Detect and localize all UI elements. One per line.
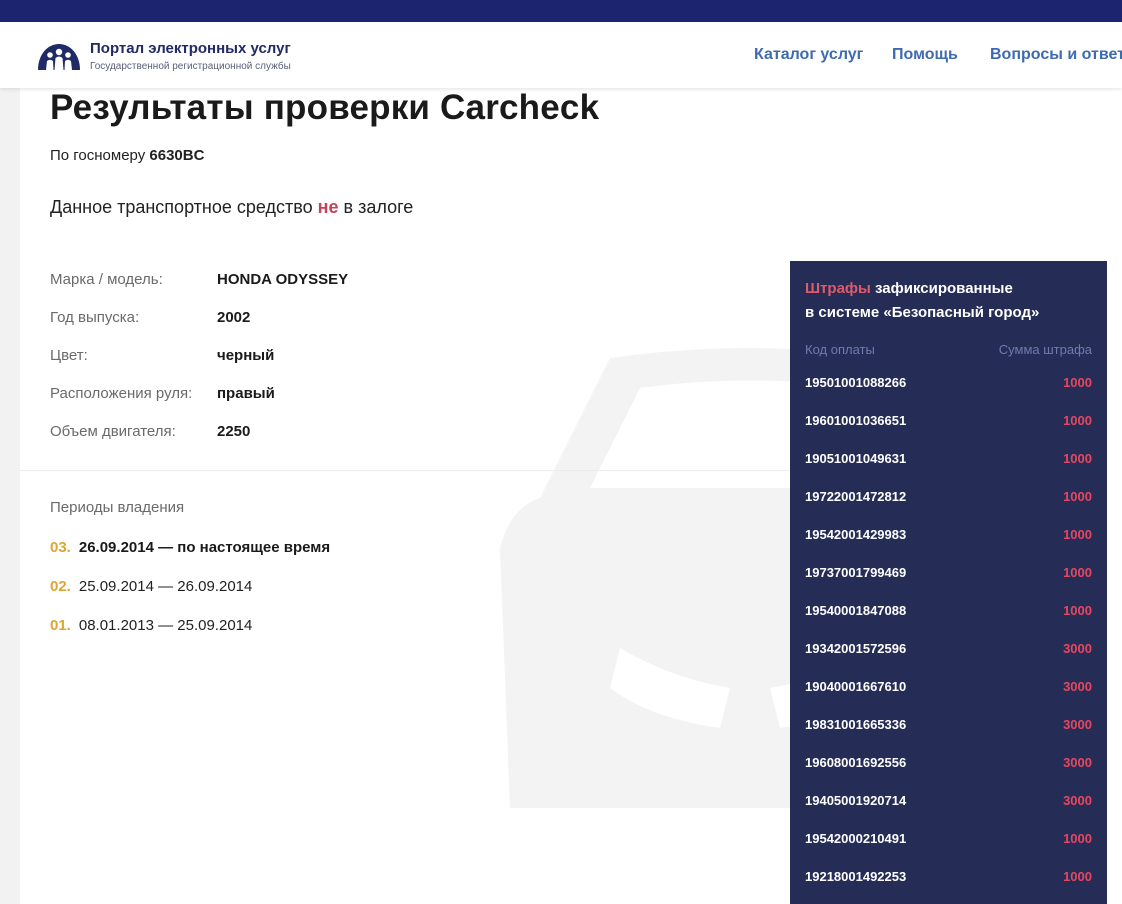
spec-label-engine: Объем двигателя: xyxy=(50,423,176,440)
ownership-period-item: 01. 08.01.2013 — 25.09.2014 xyxy=(50,617,252,634)
fine-row: 19831001665336 3000 xyxy=(805,717,1092,737)
period-number: 03. xyxy=(50,539,71,556)
fine-code: 19831001665336 xyxy=(805,717,907,732)
fine-row: 19501001088266 1000 xyxy=(805,375,1092,395)
fine-row: 19542000210491 1000 xyxy=(805,831,1092,851)
people-group-logo-icon[interactable] xyxy=(36,40,82,74)
section-divider xyxy=(20,470,790,471)
fine-amount: 1000 xyxy=(1063,375,1092,390)
pledge-text-before: Данное транспортное средство xyxy=(50,197,318,217)
fine-row: 19218001492253 1000 xyxy=(805,869,1092,889)
fine-amount: 3000 xyxy=(1063,793,1092,808)
plate-prefix: По госномеру xyxy=(50,147,150,164)
fine-row: 19405001920714 3000 xyxy=(805,793,1092,813)
spec-label-color: Цвет: xyxy=(50,347,88,364)
fine-row: 19342001572596 3000 xyxy=(805,641,1092,661)
spec-value-color: черный xyxy=(217,347,275,364)
fine-code: 19722001472812 xyxy=(805,489,907,504)
fine-row: 19722001472812 1000 xyxy=(805,489,1092,509)
fines-title-line2: в системе «Безопасный город» xyxy=(805,304,1040,321)
fines-title-highlight: Штрафы xyxy=(805,280,871,297)
nav-catalog[interactable]: Каталог услуг xyxy=(754,46,863,64)
period-dates: 08.01.2013 — 25.09.2014 xyxy=(78,617,253,634)
fine-amount: 1000 xyxy=(1063,603,1092,618)
fine-row: 19040001667610 3000 xyxy=(805,679,1092,699)
pledge-negation: не xyxy=(317,197,339,217)
fine-row: 19542001429983 1000 xyxy=(805,527,1092,547)
nav-faq[interactable]: Вопросы и ответы xyxy=(990,46,1122,64)
fine-code: 19737001799469 xyxy=(805,565,907,580)
fine-code: 19608001692556 xyxy=(805,755,907,770)
top-bar xyxy=(0,0,1122,22)
fine-amount: 1000 xyxy=(1063,565,1092,580)
fine-code: 19501001088266 xyxy=(805,375,907,390)
brand-title[interactable]: Портал электронных услуг xyxy=(90,40,291,57)
fines-title-rest: зафиксированные xyxy=(870,280,1013,297)
site-header: Портал электронных услуг Государственной… xyxy=(0,22,1122,88)
fine-amount: 1000 xyxy=(1063,527,1092,542)
nav-help[interactable]: Помощь xyxy=(892,46,958,64)
fines-panel: Штрафы зафиксированные в системе «Безопас… xyxy=(790,261,1107,904)
spec-label-steering: Расположения руля: xyxy=(50,385,193,402)
period-number: 02. xyxy=(50,578,71,595)
fine-amount: 1000 xyxy=(1063,489,1092,504)
fines-column-sum: Сумма штрафа xyxy=(998,342,1092,357)
period-dates: 26.09.2014 — по настоящее время xyxy=(78,539,331,556)
fine-amount: 1000 xyxy=(1063,831,1092,846)
fine-code: 19542000210491 xyxy=(805,831,907,846)
fine-code: 19342001572596 xyxy=(805,641,907,656)
ownership-periods-title: Периоды владения xyxy=(50,499,185,516)
pledge-status: Данное транспортное средство не в залоге xyxy=(50,197,413,218)
spec-label-year: Год выпуска: xyxy=(50,309,140,326)
fine-code: 19218001492253 xyxy=(805,869,907,884)
fine-code: 19540001847088 xyxy=(805,603,907,618)
period-number: 01. xyxy=(50,617,71,634)
fines-title: Штрафы зафиксированные в системе «Безопас… xyxy=(805,277,1039,325)
ownership-period-item: 02. 25.09.2014 — 26.09.2014 xyxy=(50,578,252,595)
fine-row: 19737001799469 1000 xyxy=(805,565,1092,585)
spec-value-year: 2002 xyxy=(217,309,251,326)
fine-code: 19601001036651 xyxy=(805,413,907,428)
ownership-period-item: 03. 26.09.2014 — по настоящее время xyxy=(50,539,330,556)
fine-amount: 3000 xyxy=(1063,679,1092,694)
fine-amount: 3000 xyxy=(1063,641,1092,656)
fine-row: 19601001036651 1000 xyxy=(805,413,1092,433)
fine-row: 19051001049631 1000 xyxy=(805,451,1092,471)
spec-value-engine: 2250 xyxy=(217,423,251,440)
period-dates: 25.09.2014 — 26.09.2014 xyxy=(78,578,253,595)
fine-code: 19051001049631 xyxy=(805,451,907,466)
spec-value-model: HONDA ODYSSEY xyxy=(217,271,349,288)
fine-amount: 3000 xyxy=(1063,755,1092,770)
fines-column-code: Код оплаты xyxy=(805,342,875,357)
fine-amount: 1000 xyxy=(1063,451,1092,466)
brand-subtitle: Государственной регистрационной службы xyxy=(90,61,291,72)
fine-amount: 1000 xyxy=(1063,413,1092,428)
spec-label-model: Марка / модель: xyxy=(50,271,163,288)
page-title: Результаты проверки Carcheck xyxy=(50,88,600,127)
plate-line: По госномеру 6630BC xyxy=(50,147,204,164)
fine-code: 19040001667610 xyxy=(805,679,907,694)
fine-amount: 1000 xyxy=(1063,869,1092,884)
fine-code: 19542001429983 xyxy=(805,527,907,542)
fine-row: 19540001847088 1000 xyxy=(805,603,1092,623)
pledge-text-after: в залоге xyxy=(338,197,414,217)
fine-row: 19608001692556 3000 xyxy=(805,755,1092,775)
fine-amount: 3000 xyxy=(1063,717,1092,732)
plate-number: 6630BC xyxy=(149,147,205,164)
spec-value-steering: правый xyxy=(217,385,275,402)
fine-code: 19405001920714 xyxy=(805,793,907,808)
